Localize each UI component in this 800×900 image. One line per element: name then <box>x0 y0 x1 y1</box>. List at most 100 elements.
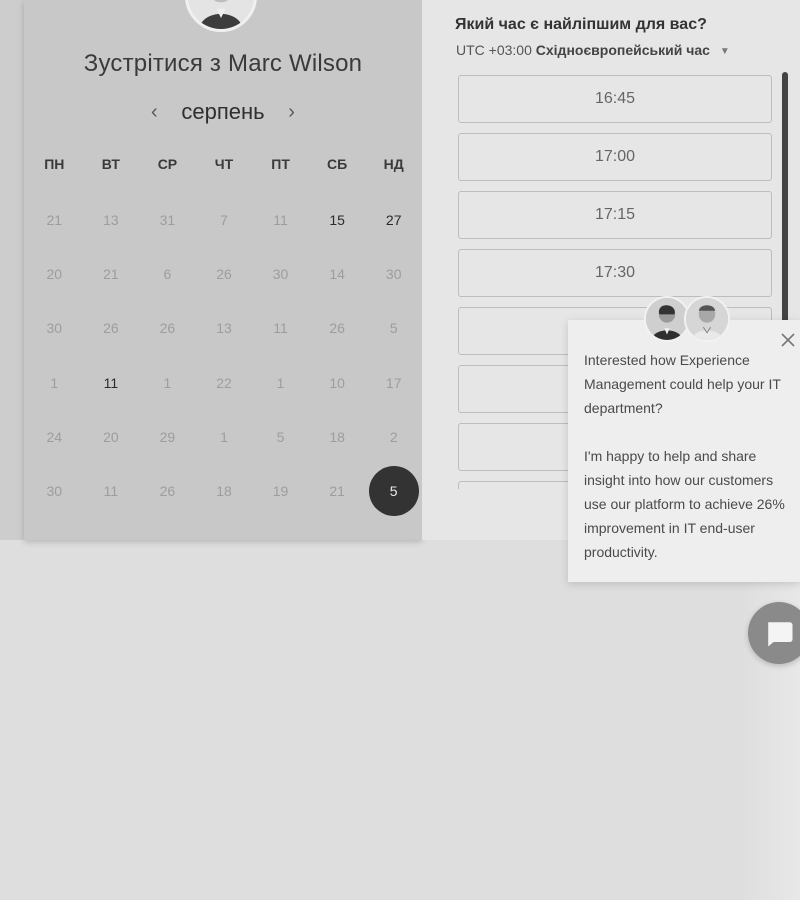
weekday-header: ПН ВТ СР ЧТ ПТ СБ НД <box>26 156 422 178</box>
day-cell: 21 <box>26 193 83 247</box>
day-cell-selected[interactable]: 5 <box>365 464 422 518</box>
day-cell[interactable]: 15 <box>309 193 366 247</box>
day-number: 11 <box>273 212 288 229</box>
day-cell: 1 <box>252 356 309 410</box>
day-cell: 5 <box>365 301 422 355</box>
day-number: 26 <box>159 320 176 337</box>
day-cell: 22 <box>196 356 253 410</box>
day-cell: 18 <box>196 464 253 518</box>
chat-message: Interested how Experience Management cou… <box>584 348 796 588</box>
day-number: 26 <box>159 483 176 500</box>
day-number: 21 <box>46 212 63 229</box>
day-cell: 24 <box>26 410 83 464</box>
day-number: 5 <box>276 428 285 445</box>
day-number: 27 <box>385 212 402 229</box>
day-cell: 30 <box>26 464 83 518</box>
agent-avatar-2 <box>684 296 730 342</box>
time-slot-button[interactable]: 17:00 <box>458 133 772 181</box>
meeting-title: Зустрітися з Marc Wilson <box>83 50 363 77</box>
day-number: 6 <box>163 266 172 283</box>
day-number: 26 <box>103 320 119 337</box>
chat-bubble-icon <box>768 622 793 647</box>
day-cell: 19 <box>252 464 309 518</box>
day-cell: 11 <box>252 301 309 355</box>
host-avatar <box>185 0 257 32</box>
day-number: 21 <box>103 266 119 283</box>
day-cell: 21 <box>83 247 140 301</box>
day-number: 26 <box>329 320 345 337</box>
day-number: 18 <box>329 428 345 445</box>
day-number: 24 <box>46 428 63 445</box>
day-number: 7 <box>220 212 228 229</box>
day-number: 1 <box>276 374 285 391</box>
days-grid: 21 13 31 7 11 15 27 20 21 6 26 30 14 30 30 26 26 13 11 26 5 1… <box>26 193 422 523</box>
prev-month-button[interactable]: ‹ <box>145 101 163 124</box>
day-number: 1 <box>50 374 59 391</box>
timezone-selector[interactable]: UTC +03:00 Східноєвропейський час ▼ <box>456 42 730 58</box>
weekday-label: ЧТ <box>214 156 234 172</box>
chat-message-body: I'm happy to help and share insight into… <box>584 448 785 560</box>
day-number: 5 <box>389 320 398 337</box>
day-cell: 1 <box>196 410 253 464</box>
right-edge-shade <box>740 540 800 900</box>
day-cell: 26 <box>83 301 140 355</box>
weekday-label: ВТ <box>101 156 120 172</box>
day-cell: 20 <box>26 247 83 301</box>
day-cell: 17 <box>365 356 422 410</box>
day-number: 13 <box>103 212 119 229</box>
caret-down-icon: ▼ <box>719 45 730 57</box>
day-cell: 10 <box>309 356 366 410</box>
agent-avatars <box>644 296 734 346</box>
day-cell: 26 <box>139 301 196 355</box>
day-cell: 2 <box>365 410 422 464</box>
day-number: 29 <box>159 428 176 445</box>
day-number: 11 <box>103 483 119 500</box>
day-cell[interactable]: 11 <box>83 356 140 410</box>
day-cell: 11 <box>252 193 309 247</box>
day-cell: 21 <box>309 464 366 518</box>
month-label: серпень <box>181 99 265 124</box>
time-slot-button[interactable]: 16:45 <box>458 75 772 123</box>
day-number: 11 <box>103 374 119 391</box>
day-number: 18 <box>216 483 232 500</box>
day-number: 20 <box>103 428 119 445</box>
day-number: 22 <box>216 374 232 391</box>
close-icon[interactable] <box>778 330 798 350</box>
day-cell: 1 <box>139 356 196 410</box>
day-number: 5 <box>368 466 419 517</box>
day-number: 30 <box>46 483 63 500</box>
weekday-label: НД <box>383 156 404 172</box>
day-cell[interactable]: 27 <box>365 193 422 247</box>
time-slot-button[interactable]: 17:15 <box>458 191 772 239</box>
day-number: 30 <box>272 266 289 283</box>
month-navigation: ‹ серпень › <box>24 96 422 128</box>
left-edge-shade <box>0 0 24 540</box>
day-number: 1 <box>163 374 172 391</box>
day-number: 19 <box>272 483 289 500</box>
time-slot-button[interactable]: 17:30 <box>458 249 772 297</box>
day-cell: 18 <box>309 410 366 464</box>
chat-popup: Interested how Experience Management cou… <box>568 320 800 582</box>
day-number: 30 <box>385 266 402 283</box>
day-cell: 1 <box>26 356 83 410</box>
day-cell: 13 <box>196 301 253 355</box>
day-number: 13 <box>216 320 232 337</box>
day-number: 26 <box>216 266 232 283</box>
calendar-panel: Зустрітися з Marc Wilson ‹ серпень › ПН В… <box>24 0 422 540</box>
day-number: 17 <box>385 374 402 391</box>
day-number: 1 <box>220 428 228 445</box>
day-cell: 11 <box>83 464 140 518</box>
day-cell: 14 <box>309 247 366 301</box>
day-number: 10 <box>329 374 345 391</box>
day-cell: 29 <box>139 410 196 464</box>
day-number: 14 <box>329 266 345 283</box>
day-cell: 31 <box>139 193 196 247</box>
day-cell: 26 <box>196 247 253 301</box>
day-cell: 7 <box>196 193 253 247</box>
day-cell: 6 <box>139 247 196 301</box>
time-question: Який час є найліпшим для вас? <box>455 16 707 33</box>
day-number: 31 <box>159 212 176 229</box>
day-number: 2 <box>389 428 398 445</box>
day-number: 15 <box>329 212 345 229</box>
next-month-button[interactable]: › <box>283 101 301 124</box>
